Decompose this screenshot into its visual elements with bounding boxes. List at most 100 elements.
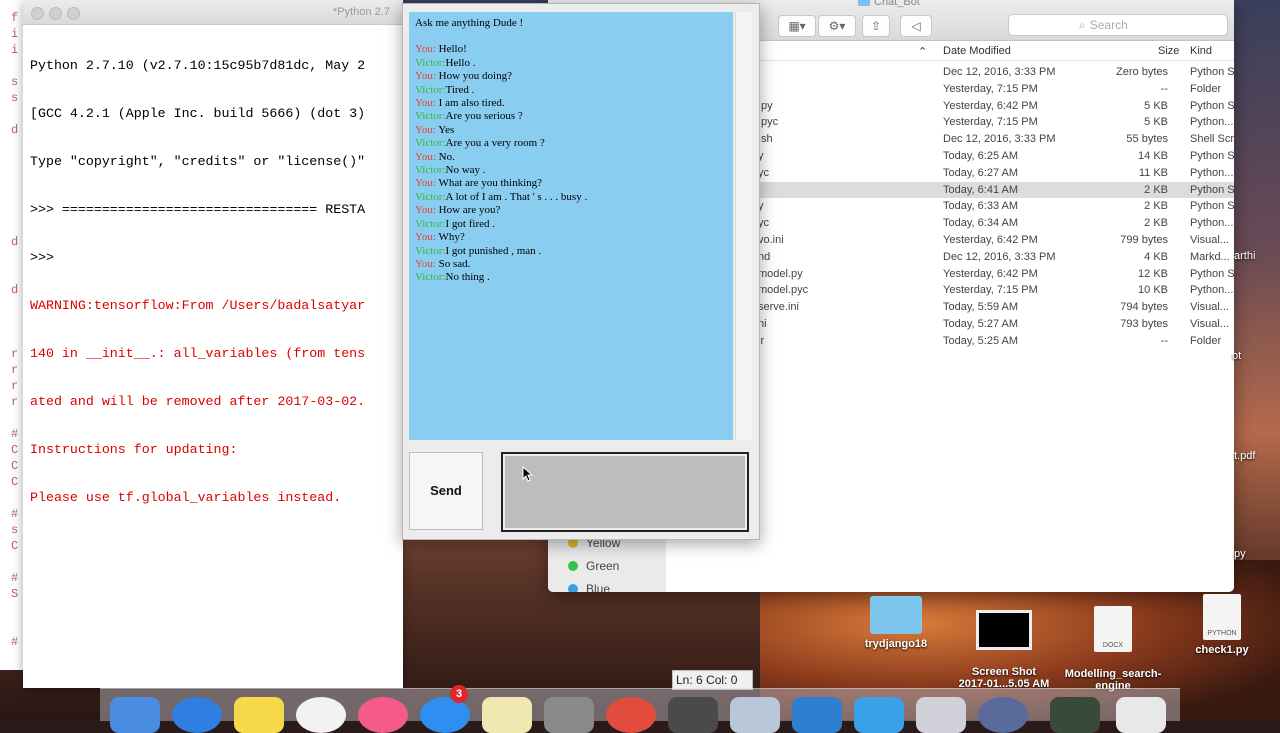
system-preferences-icon[interactable] (544, 697, 594, 733)
desktop-icon-python[interactable]: PYTHON check1.py (1172, 594, 1272, 656)
file-date: Today, 5:59 AM (943, 301, 1019, 314)
file-date: Today, 6:34 AM (943, 217, 1019, 230)
kind-column[interactable]: Kind (1190, 45, 1212, 57)
file-date: Dec 12, 2016, 3:33 PM (943, 66, 1056, 78)
notification-badge: 3 (450, 685, 468, 703)
share-icon[interactable]: ⇧ (862, 15, 890, 37)
shell-output[interactable]: Python 2.7.10 (v2.7.10:15c95b7d81dc, May… (30, 26, 365, 538)
search-icon: ⌕ (1079, 18, 1086, 32)
chat-message: You: Yes (415, 124, 587, 137)
file-date: Dec 12, 2016, 3:33 PM (943, 250, 1056, 263)
column-header[interactable]: ⌃ Date Modified Size Kind (758, 42, 1234, 61)
chat-text: Hello! (435, 43, 467, 56)
tag-blue[interactable]: Blue (568, 582, 610, 592)
chrome-icon[interactable] (606, 697, 656, 733)
finder-icon[interactable] (110, 697, 160, 733)
chat-speaker: Victor: (415, 137, 446, 150)
file-row[interactable]: ni Today, 5:27 AM 793 bytes Visual... (758, 316, 1234, 333)
chat-message: Victor:No thing . (415, 271, 587, 284)
minimize-icon[interactable] (49, 7, 62, 20)
file-size: 55 bytes (1126, 133, 1168, 146)
chat-speaker: Victor: (415, 164, 446, 177)
python-shell-window[interactable]: *Python 2.7 Python 2.7.10 (v2.7.10:15c95… (23, 0, 403, 688)
file-row[interactable]: vo.ini Yesterday, 6:42 PM 799 bytes Visual.… (758, 232, 1234, 249)
chat-greeting: Ask me anything Dude ! (415, 17, 524, 29)
trash-icon[interactable] (1116, 697, 1166, 733)
chat-message: You: Why? (415, 231, 587, 244)
file-row[interactable]: model.py Yesterday, 6:42 PM 12 KB Python S (758, 266, 1234, 283)
file-kind: Python... (1190, 166, 1234, 179)
file-row[interactable]: ir Today, 5:25 AM -- Folder (758, 333, 1234, 350)
chat-log[interactable]: Ask me anything Dude ! You: Hello! Victor:… (409, 12, 733, 440)
docx-file-icon: DOCX (1094, 606, 1132, 652)
file-date: Yesterday, 7:15 PM (943, 82, 1038, 95)
app-icon[interactable] (978, 697, 1028, 733)
desktop-icon-screenshot[interactable]: Screen Shot 2017-01...5.05 AM (954, 598, 1054, 702)
file-row[interactable]: Yesterday, 7:15 PM -- Folder (758, 81, 1234, 98)
file-row[interactable]: yc Today, 6:34 AM 2 KB Python... (758, 215, 1234, 232)
chat-text: No. (435, 150, 455, 163)
view-options-button[interactable]: ▦▾ (778, 15, 816, 37)
editor-code-fragments: f i i s s d d d r r r r # C C C # s C # … (11, 11, 19, 649)
chat-transcript: Ask me anything Dude ! You: Hello! Victor:… (415, 17, 587, 285)
sublime-text-icon[interactable] (668, 697, 718, 733)
chat-scrollbar[interactable] (735, 12, 752, 440)
python-file-icon: PYTHON (1203, 594, 1241, 640)
chat-text: What are you thinking? (435, 177, 543, 190)
file-size: 5 KB (1144, 116, 1168, 129)
blue-dot-icon (568, 584, 578, 592)
zoom-icon[interactable] (67, 7, 80, 20)
sort-arrow-icon[interactable]: ⌃ (918, 45, 927, 58)
send-button[interactable]: Send (409, 452, 483, 530)
file-kind: Python S (1190, 99, 1234, 112)
chat-text: So sad. (435, 257, 471, 270)
file-row[interactable]: serve.ini Today, 5:59 AM 794 bytes Visual..… (758, 299, 1234, 316)
dock: 3 (100, 685, 1180, 733)
gear-icon[interactable]: ⚙▾ (818, 15, 856, 37)
chat-text: Tired . (445, 83, 475, 96)
window-thumbnail-icon[interactable] (1050, 697, 1100, 733)
desktop-icon-folder[interactable]: trydjango18 (846, 596, 946, 650)
desktop-icon-label: trydjango18 (864, 638, 928, 650)
message-input[interactable] (501, 452, 749, 532)
file-row[interactable]: .pyc Yesterday, 7:15 PM 5 KB Python... (758, 114, 1234, 131)
chat-text: I got punished , man . (445, 244, 542, 257)
python-launcher-icon[interactable] (482, 697, 532, 733)
file-row[interactable]: .py Yesterday, 6:42 PM 5 KB Python S (758, 98, 1234, 115)
xcode-icon[interactable] (792, 697, 842, 733)
file-kind: Python S (1190, 66, 1234, 78)
word-icon[interactable] (854, 697, 904, 733)
screenshot-icon (976, 610, 1032, 650)
file-date: Today, 6:25 AM (943, 149, 1019, 162)
preview-icon[interactable] (730, 697, 780, 733)
date-modified-column[interactable]: Date Modified (943, 45, 1011, 57)
shell-title-bar[interactable]: *Python 2.7 (23, 0, 403, 25)
file-row[interactable]: Dec 12, 2016, 3:33 PM Zero bytes Python S (758, 64, 1234, 81)
chat-speaker: You: (415, 257, 436, 270)
file-list[interactable]: Dec 12, 2016, 3:33 PM Zero bytes Python SY… (758, 64, 1234, 350)
safari-icon[interactable] (172, 697, 222, 733)
file-row[interactable]: y Today, 6:33 AM 2 KB Python S (758, 198, 1234, 215)
file-row[interactable]: .sh Dec 12, 2016, 3:33 PM 55 bytes Shell Sc… (758, 131, 1234, 148)
photos-icon[interactable] (296, 697, 346, 733)
chat-speaker: Victor: (415, 110, 446, 123)
file-row[interactable]: Today, 6:41 AM 2 KB Python S (758, 181, 1234, 199)
tag-green[interactable]: Green (568, 559, 619, 573)
tag-icon[interactable]: ◁ (900, 15, 932, 37)
close-icon[interactable] (31, 7, 44, 20)
file-row[interactable]: yc Today, 6:27 AM 11 KB Python... (758, 165, 1234, 182)
warning-line: 140 in __init__.: all_variables (from te… (30, 346, 366, 361)
size-column[interactable]: Size (1158, 45, 1179, 57)
notes-icon[interactable] (234, 697, 284, 733)
shell-title: *Python 2.7 (333, 6, 390, 18)
file-row[interactable]: y Today, 6:25 AM 14 KB Python S (758, 148, 1234, 165)
chat-speaker: Victor: (415, 217, 446, 230)
chatbot-window[interactable]: Ask me anything Dude ! You: Hello! Victor:… (402, 3, 760, 540)
itunes-icon[interactable] (358, 697, 408, 733)
app-store-icon[interactable]: 3 (420, 685, 470, 733)
file-row[interactable]: nd Dec 12, 2016, 3:33 PM 4 KB Markd... (758, 249, 1234, 266)
launchpad-icon[interactable] (916, 697, 966, 733)
file-row[interactable]: model.pyc Yesterday, 7:15 PM 10 KB Python..… (758, 282, 1234, 299)
search-input[interactable]: ⌕ Search (1008, 14, 1228, 36)
shell-line: >>> ================================ RES… (30, 202, 366, 217)
